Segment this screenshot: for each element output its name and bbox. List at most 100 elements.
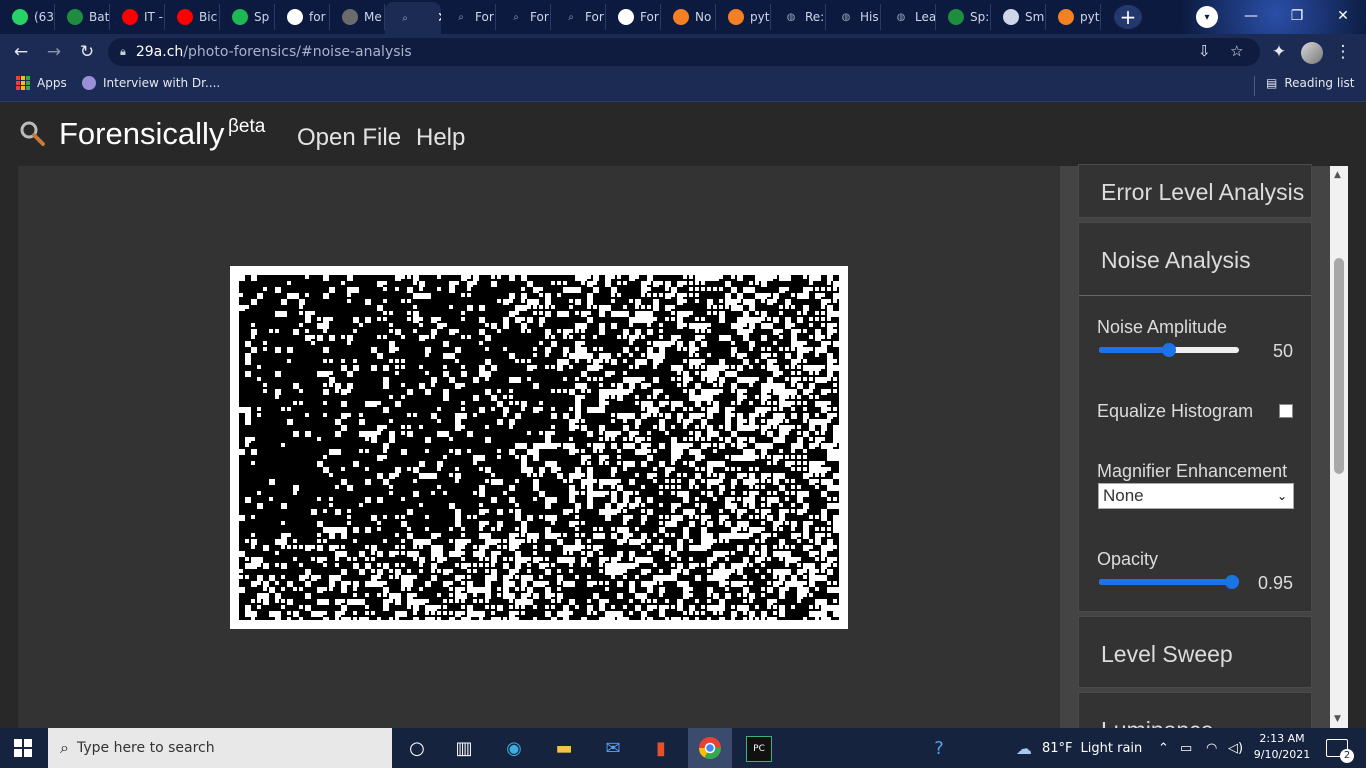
extensions-icon[interactable]: ✦ — [1268, 41, 1290, 63]
close-window-icon[interactable]: ✕ — [1320, 0, 1366, 32]
slider-thumb[interactable] — [1225, 575, 1239, 589]
weather-temp: 81°F — [1042, 740, 1073, 756]
ela-title[interactable]: Error Level Analysis — [1101, 179, 1304, 206]
tab-label: Sp — [254, 10, 270, 24]
tab-label: Re: — [805, 10, 825, 24]
browser-tab[interactable]: ◍ Re: — [771, 4, 826, 30]
noise-analysis-title[interactable]: Noise Analysis — [1101, 247, 1251, 274]
browser-tab[interactable]: ⌕✕ — [385, 2, 441, 34]
reload-icon[interactable]: ↻ — [76, 41, 98, 63]
open-file-link[interactable]: Open File — [297, 124, 401, 152]
next-panel[interactable]: Luminance — [1078, 692, 1312, 728]
bookmark-favicon-icon — [82, 76, 96, 90]
battery-icon[interactable]: ▭ — [1180, 728, 1192, 768]
page-icon — [342, 9, 358, 25]
cortana-icon[interactable]: ○ — [402, 733, 432, 763]
browser-tab[interactable]: Bic — [165, 4, 220, 30]
reading-list-button[interactable]: ▤ Reading list — [1266, 76, 1355, 90]
noise-analysis-image[interactable] — [239, 275, 839, 620]
weather-widget[interactable]: ☁ 81°F Light rain — [1016, 728, 1142, 768]
wifi-icon[interactable]: ◠ — [1206, 728, 1217, 768]
next-panel-title[interactable]: Luminance — [1101, 717, 1214, 728]
edge-icon[interactable]: ◉ — [499, 733, 529, 763]
magnifier-icon: ⌕ — [568, 11, 574, 23]
equalize-histogram-checkbox[interactable] — [1279, 404, 1293, 418]
image-canvas-area[interactable] — [18, 166, 1060, 728]
spotify-icon — [232, 9, 248, 25]
file-explorer-icon[interactable]: ▬ — [549, 733, 579, 763]
browser-tab[interactable]: ⌕ For — [496, 4, 551, 30]
tray-chevron-icon[interactable]: ⌃ — [1158, 728, 1169, 768]
windows-start-icon[interactable] — [14, 739, 32, 757]
browser-tab[interactable]: ⌕ For — [441, 4, 496, 30]
sidebar-scrollbar[interactable]: ▲ ▼ — [1330, 166, 1348, 728]
system-clock[interactable]: 2:13 AM 9/10/2021 — [1252, 731, 1312, 763]
help-icon[interactable]: ? — [924, 733, 954, 763]
slider-thumb[interactable] — [1162, 343, 1176, 357]
forward-icon[interactable]: → — [43, 41, 65, 63]
browser-tab[interactable]: pyt — [1046, 4, 1101, 30]
noise-amplitude-slider[interactable] — [1099, 343, 1239, 357]
browser-tab[interactable]: Bat — [55, 4, 110, 30]
mail-icon[interactable]: ✉ — [598, 733, 628, 763]
lock-icon[interactable]: 🔒︎ — [120, 45, 126, 59]
back-icon[interactable]: ← — [10, 41, 32, 63]
apps-label: Apps — [37, 76, 67, 90]
browser-tab[interactable]: Sp — [220, 4, 275, 30]
tab-label: (63 — [34, 10, 54, 24]
browser-tab[interactable]: IT - — [110, 4, 165, 30]
search-placeholder: Type here to search — [76, 740, 215, 756]
url-text: 29a.ch/photo-forensics/#noise-analysis — [136, 44, 412, 60]
browser-tab[interactable]: Sm — [991, 4, 1046, 30]
scroll-down-icon[interactable]: ▼ — [1334, 714, 1341, 724]
task-view-icon[interactable]: ▥ — [449, 733, 479, 763]
help-link[interactable]: Help — [416, 124, 465, 152]
tab-label: Bat — [89, 10, 110, 24]
level-sweep-title[interactable]: Level Sweep — [1101, 641, 1233, 668]
minimize-icon[interactable]: — — [1228, 0, 1274, 32]
noise-analysis-panel: Noise Analysis Noise Amplitude 50 Equali… — [1078, 222, 1312, 612]
browser-tab[interactable]: For — [606, 4, 661, 30]
opacity-label: Opacity — [1097, 549, 1159, 569]
volume-icon[interactable]: ◁) — [1228, 728, 1243, 768]
browser-tab[interactable]: No — [661, 4, 716, 30]
bookmark-apps[interactable]: Apps — [16, 76, 67, 90]
browser-tab[interactable]: (63 — [0, 4, 55, 30]
url-path: /photo-forensics/#noise-analysis — [183, 44, 412, 60]
pycharm-icon[interactable]: PC — [746, 736, 772, 762]
scroll-up-icon[interactable]: ▲ — [1334, 170, 1341, 180]
chrome-icon[interactable] — [688, 728, 732, 768]
profile-avatar[interactable] — [1301, 42, 1323, 64]
browser-tab[interactable]: for — [275, 4, 330, 30]
address-bar[interactable]: 🔒︎ 29a.ch/photo-forensics/#noise-analysi… — [108, 38, 1260, 66]
new-tab-button[interactable]: + — [1114, 5, 1142, 29]
notification-icon[interactable]: 2 — [1326, 739, 1354, 763]
browser-tab[interactable]: ◍ His — [826, 4, 881, 30]
weather-desc: Light rain — [1080, 740, 1143, 756]
level-sweep-panel[interactable]: Level Sweep — [1078, 616, 1312, 688]
magnifier-enhancement-label: Magnifier Enhancement — [1097, 461, 1288, 481]
restore-icon[interactable]: ❐ — [1274, 0, 1320, 32]
tab-label: IT - — [144, 10, 164, 24]
reading-list-icon: ▤ — [1266, 76, 1278, 90]
app-header: Forensically βeta Open File Help — [0, 102, 1366, 166]
ela-panel[interactable]: Error Level Analysis — [1078, 164, 1312, 218]
scrollbar-thumb[interactable] — [1334, 258, 1344, 474]
bookmark-interview[interactable]: Interview with Dr.... — [82, 76, 220, 90]
taskbar-search[interactable]: ⌕ Type here to search — [48, 728, 392, 768]
more-menu-icon[interactable]: ⋮ — [1332, 41, 1354, 63]
magnifier-enhancement-select[interactable]: None ⌄ — [1098, 483, 1294, 509]
browser-tab[interactable]: Sp: — [936, 4, 991, 30]
install-app-icon[interactable]: ⇩ — [1198, 42, 1211, 60]
browser-tab[interactable]: ◍ Lea — [881, 4, 936, 30]
tab-label: For — [530, 10, 549, 24]
beta-badge: βeta — [228, 116, 266, 137]
browser-tab[interactable]: Me — [330, 4, 385, 30]
office-icon[interactable]: ▮ — [646, 733, 676, 763]
bookmark-star-icon[interactable]: ☆ — [1230, 42, 1243, 60]
browser-tab-strip: (63BatIT -BicSpforMe⌕✕⌕For⌕For⌕ForForNop… — [0, 0, 1366, 34]
opacity-slider[interactable] — [1099, 575, 1239, 589]
browser-tab[interactable]: ⌕ For — [551, 4, 606, 30]
tab-search-icon[interactable]: ▾ — [1196, 6, 1218, 28]
browser-tab[interactable]: pyt — [716, 4, 771, 30]
